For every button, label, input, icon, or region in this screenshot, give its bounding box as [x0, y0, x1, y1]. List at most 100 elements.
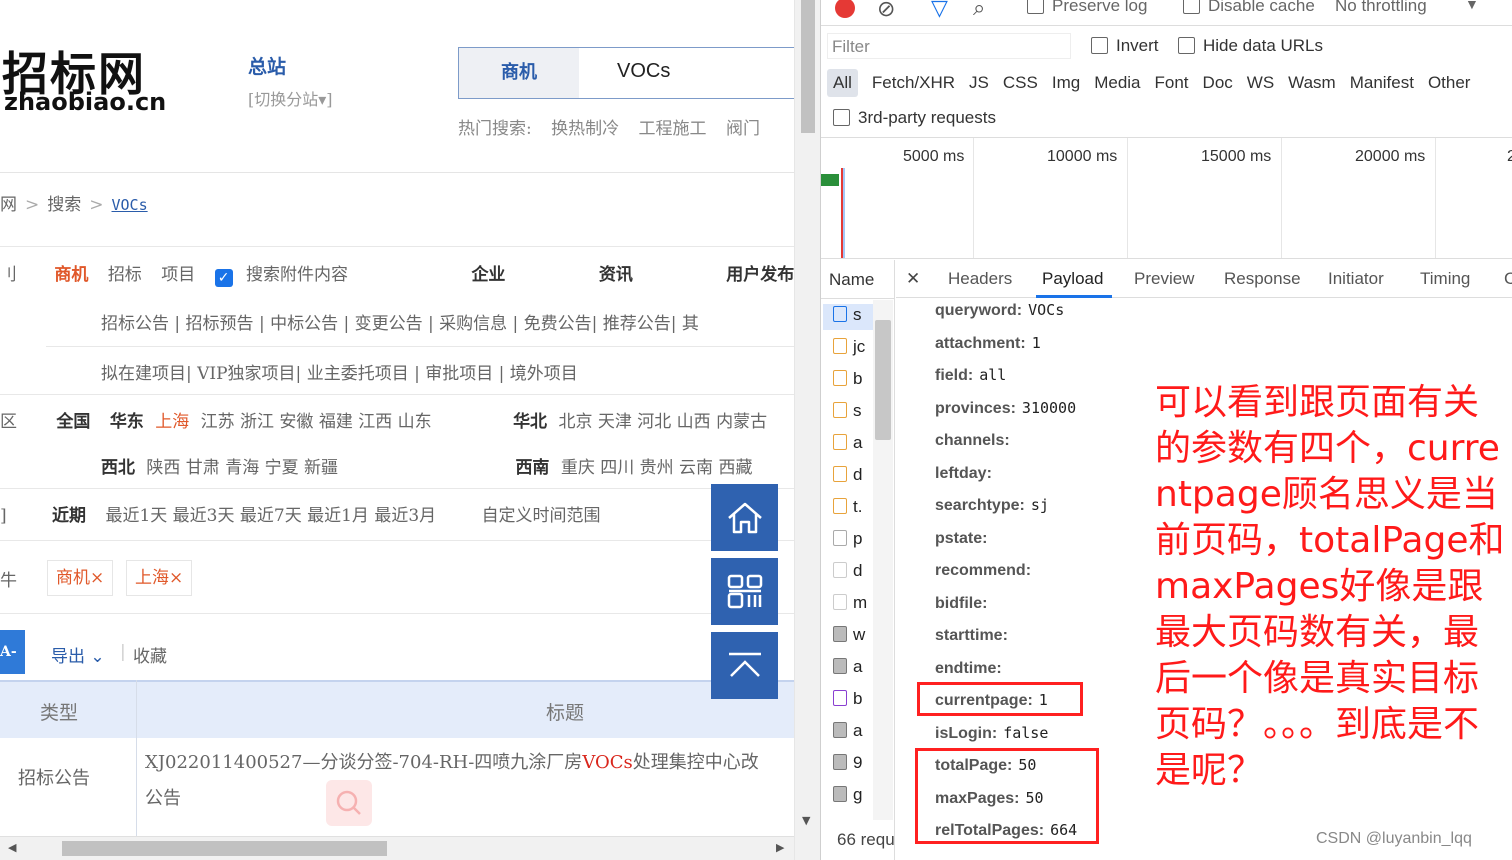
region-nw-list[interactable]: 陕西 甘肃 青海 宁夏 新疆	[146, 458, 338, 478]
type-css[interactable]: CSS	[1003, 73, 1038, 93]
region-northwest[interactable]: 西北	[101, 458, 135, 478]
region-east-list[interactable]: 江苏 浙江 安徽 福建 江西 山东	[201, 412, 432, 432]
checkbox-icon[interactable]	[1183, 0, 1200, 14]
row-title-line2[interactable]: 公告	[145, 784, 181, 810]
tab-payload[interactable]: Payload	[1042, 269, 1103, 289]
home-icon[interactable]	[711, 484, 778, 551]
filter-icon[interactable]: ▽	[931, 0, 948, 21]
search-icon[interactable]: ⌕	[973, 0, 985, 21]
attachment-checkbox[interactable]: ✓	[214, 269, 233, 287]
type-manifest[interactable]: Manifest	[1350, 73, 1414, 93]
hot-link[interactable]: 阀门	[726, 119, 760, 139]
search-category-select[interactable]: 商机	[459, 48, 579, 98]
filter-tag-shanghai[interactable]: 上海×	[126, 560, 193, 596]
type-media[interactable]: Media	[1094, 73, 1140, 93]
search-icon[interactable]	[326, 780, 372, 826]
custom-time-range[interactable]: 自定义时间范围	[482, 506, 601, 526]
tab-more[interactable]: C	[1504, 269, 1512, 289]
devtools-panel: ⊘ ▽ ⌕ Preserve log Disable cache No thro…	[820, 0, 1512, 860]
row-title[interactable]: XJ022011400527—分谈分签-704-RH-四喷九涂厂房VOCs处理集…	[145, 748, 759, 774]
name-header[interactable]: Name	[829, 270, 874, 290]
category-user-post[interactable]: 用户发布	[726, 265, 794, 285]
type-img[interactable]: Img	[1052, 73, 1080, 93]
category-news[interactable]: 资讯	[599, 265, 633, 285]
throttling-select[interactable]: No throttling	[1335, 0, 1427, 16]
region-north[interactable]: 华北	[513, 412, 547, 432]
type-all[interactable]: All	[827, 69, 858, 97]
region-shanghai[interactable]: 上海	[155, 412, 189, 432]
back-to-top-icon[interactable]	[711, 632, 778, 699]
export-button[interactable]: 导出 ⌄	[51, 642, 105, 667]
region-north-list[interactable]: 北京 天津 河北 山西 内蒙古	[558, 412, 767, 432]
time-options[interactable]: 最近1天 最近3天 最近7天 最近1月 最近3月	[105, 506, 436, 526]
type-ws[interactable]: WS	[1247, 73, 1274, 93]
tab-response[interactable]: Response	[1224, 269, 1301, 289]
type-js[interactable]: JS	[969, 73, 989, 93]
subtype-row-2[interactable]: 拟在建项目| VIP独家项目| 业主委托项目 | 审批项目 | 境外项目	[101, 359, 578, 384]
category-enterprise[interactable]: 企业	[471, 265, 505, 285]
scroll-right-icon[interactable]: ▶	[776, 841, 784, 854]
network-timeline[interactable]: 5000 ms 10000 ms 15000 ms 20000 ms 2	[821, 137, 1512, 259]
checkbox-icon[interactable]	[1027, 0, 1044, 14]
region-all[interactable]: 全国	[56, 412, 90, 432]
title-text[interactable]: 处理集控中心改	[633, 752, 759, 773]
preserve-log[interactable]: Preserve log	[1027, 0, 1147, 16]
detail-tabs: ✕ Headers Payload Preview Response Initi…	[896, 260, 1512, 298]
search-box[interactable]: 商机 VOCs	[458, 47, 794, 99]
hot-link[interactable]: 工程施工	[639, 119, 707, 139]
type-fetch-xhr[interactable]: Fetch/XHR	[872, 73, 955, 93]
record-icon[interactable]	[835, 0, 855, 18]
region-sw-list[interactable]: 重庆 四川 贵州 云南 西藏	[561, 458, 753, 478]
collect-button[interactable]: 收藏	[133, 642, 167, 667]
disable-cache[interactable]: Disable cache	[1183, 0, 1315, 16]
filter-input[interactable]: Filter	[827, 33, 1071, 59]
tab-initiator[interactable]: Initiator	[1328, 269, 1384, 289]
filter-tag-business[interactable]: 商机×	[47, 560, 114, 596]
scroll-thumb[interactable]	[62, 841, 387, 856]
chevron-down-icon[interactable]: ▼	[1465, 0, 1479, 12]
divider	[0, 540, 794, 541]
title-text[interactable]: XJ022011400527—分谈分签-704-RH-四喷九涂厂房	[145, 752, 582, 773]
switch-station-link[interactable]: [切换分站▾]	[248, 86, 333, 110]
checkbox-icon[interactable]	[1091, 37, 1108, 54]
close-icon[interactable]: ✕	[906, 269, 920, 289]
type-other[interactable]: Other	[1428, 73, 1471, 93]
horizontal-scrollbar[interactable]: ◀ ▶	[0, 836, 794, 860]
breadcrumb-search[interactable]: 搜索	[47, 195, 81, 215]
payload-row: isLogin: false	[935, 724, 1049, 742]
scroll-down-icon[interactable]: ▼	[802, 814, 810, 827]
action-button[interactable]: A-	[0, 630, 25, 674]
hide-data-urls-option[interactable]: Hide data URLs	[1178, 36, 1323, 56]
station-link[interactable]: 总站	[248, 52, 286, 79]
breadcrumb-current[interactable]: VOCs	[112, 196, 148, 214]
category-bid[interactable]: 招标	[108, 265, 142, 285]
region-east[interactable]: 华东	[110, 412, 144, 432]
third-party-option[interactable]: 3rd-party requests	[833, 108, 996, 128]
type-font[interactable]: Font	[1155, 73, 1189, 93]
title-highlight[interactable]: VOCs	[582, 752, 632, 773]
type-doc[interactable]: Doc	[1203, 73, 1233, 93]
checkbox-icon[interactable]	[833, 109, 850, 126]
scroll-thumb[interactable]	[875, 320, 891, 440]
checkbox-icon[interactable]	[1178, 37, 1195, 54]
clear-icon[interactable]: ⊘	[877, 0, 895, 22]
payload-row: searchtype: sj	[935, 496, 1049, 514]
scroll-thumb[interactable]	[801, 0, 815, 133]
search-input[interactable]: VOCs	[617, 60, 670, 83]
qrcode-icon[interactable]	[711, 558, 778, 625]
scroll-left-icon[interactable]: ◀	[8, 841, 16, 854]
time-row: ] 近期 最近1天 最近3天 最近7天 最近1月 最近3月 自定义时间范围	[0, 501, 601, 526]
region-southwest[interactable]: 西南	[515, 458, 549, 478]
subtype-row-1[interactable]: 招标公告 | 招标预告 | 中标公告 | 变更公告 | 采购信息 | 免费公告|…	[101, 309, 699, 334]
category-project[interactable]: 项目	[161, 265, 195, 285]
breadcrumb-home[interactable]: 网	[0, 195, 17, 215]
type-wasm[interactable]: Wasm	[1288, 73, 1336, 93]
hot-link[interactable]: 换热制冷	[551, 119, 619, 139]
category-business[interactable]: 商机	[54, 265, 88, 285]
vertical-scrollbar[interactable]: ▼	[794, 0, 820, 860]
tab-preview[interactable]: Preview	[1134, 269, 1194, 289]
tab-timing[interactable]: Timing	[1420, 269, 1470, 289]
request-list-scrollbar[interactable]	[873, 300, 893, 820]
tab-headers[interactable]: Headers	[948, 269, 1012, 289]
invert-option[interactable]: Invert	[1091, 36, 1159, 56]
